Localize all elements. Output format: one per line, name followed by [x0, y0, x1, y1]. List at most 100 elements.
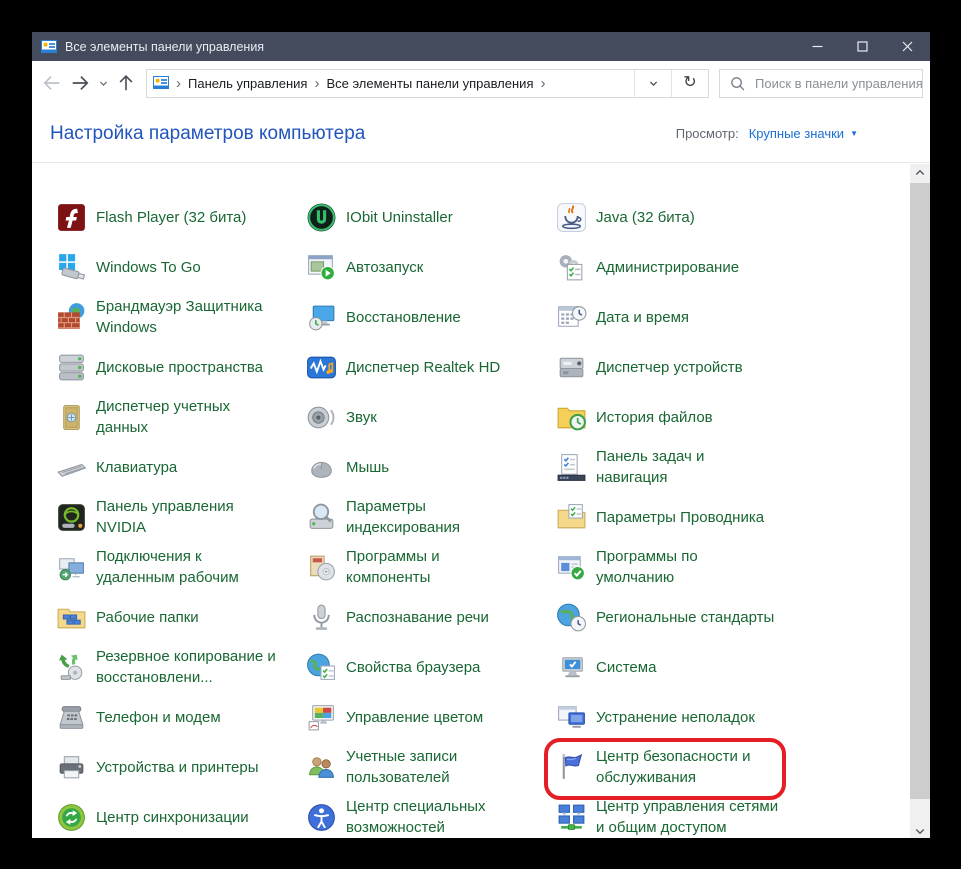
scrollbar-thumb[interactable]: [910, 183, 930, 799]
item-label: Региональные стандарты: [596, 608, 775, 626]
control-panel-item[interactable]: Брандмауэр Защитника Windows: [50, 292, 300, 342]
back-button[interactable]: [38, 69, 66, 97]
control-panel-item[interactable]: Java (32 бита): [550, 192, 800, 242]
view-by-caret-icon: ▼: [850, 129, 858, 138]
java-icon: [555, 201, 588, 234]
item-label: Панель управления NVIDIA: [96, 498, 234, 536]
item-label: Устранение неполадок: [596, 708, 755, 726]
search-icon: [729, 75, 746, 92]
control-panel-item[interactable]: Диспетчер устройств: [550, 342, 800, 392]
credential-manager-icon: [55, 401, 88, 434]
titlebar: Все элементы панели управления: [32, 32, 930, 61]
item-label: Параметры Проводника: [596, 508, 765, 526]
up-button[interactable]: [112, 69, 140, 97]
item-label: Резервное копирование и восстановлени...: [96, 648, 276, 686]
control-panel-item-highlighted[interactable]: Центр безопасности и обслуживания: [544, 738, 800, 800]
sync-center-icon: [55, 801, 88, 834]
minimize-button[interactable]: [795, 32, 840, 61]
control-panel-item[interactable]: Программы и компоненты: [300, 542, 550, 592]
control-panel-item[interactable]: Подключения к удаленным рабочим: [50, 542, 300, 592]
page-title: Настройка параметров компьютера: [50, 122, 366, 144]
control-panel-item[interactable]: Программы по умолчанию: [550, 542, 800, 592]
control-panel-item[interactable]: Администрирование: [550, 242, 800, 292]
view-by-value[interactable]: Крупные значки: [749, 126, 844, 141]
control-panel-item[interactable]: Дата и время: [550, 292, 800, 342]
control-panel-item[interactable]: Мышь: [300, 442, 550, 492]
search-box[interactable]: Поиск в панели управления: [719, 68, 923, 98]
control-panel-item[interactable]: Рабочие папки: [50, 592, 300, 642]
breadcrumb-item-control-panel[interactable]: Панель управления: [188, 76, 307, 91]
explorer-options-icon: [555, 501, 588, 534]
item-label: Администрирование: [596, 258, 740, 276]
control-panel-item[interactable]: IObit Uninstaller: [300, 192, 550, 242]
item-label: Центр безопасности и обслуживания: [596, 748, 751, 786]
default-programs-icon: [555, 551, 588, 584]
control-panel-item[interactable]: Панель задач и навигация: [550, 442, 800, 492]
control-panel-item[interactable]: Распознавание речи: [300, 592, 550, 642]
item-label: Автозапуск: [346, 258, 424, 276]
taskbar-navigation-icon: [555, 451, 588, 484]
system-icon: [555, 651, 588, 684]
mouse-icon: [305, 451, 338, 484]
control-panel-item[interactable]: Телефон и модем: [50, 692, 300, 742]
scroll-down-button[interactable]: [910, 822, 930, 838]
phone-modem-icon: [55, 701, 88, 734]
control-panel-item[interactable]: Автозапуск: [300, 242, 550, 292]
forward-button[interactable]: [66, 69, 94, 97]
network-sharing-icon: [555, 801, 588, 834]
vertical-scrollbar[interactable]: [910, 164, 930, 838]
control-panel-item[interactable]: Параметры Проводника: [550, 492, 800, 542]
breadcrumb-chevron-icon: ›: [540, 74, 546, 92]
control-panel-item[interactable]: Параметры индексирования: [300, 492, 550, 542]
items-column-1: Flash Player (32 бита) Windows To Go Бранд…: [50, 192, 300, 838]
control-panel-item[interactable]: Windows To Go: [50, 242, 300, 292]
control-panel-item[interactable]: Диспетчер учетных данных: [50, 392, 300, 442]
control-panel-item[interactable]: Центр специальных возможностей: [300, 792, 550, 838]
nvidia-icon: [55, 501, 88, 534]
autoplay-icon: [305, 251, 338, 284]
breadcrumb-item-all-items[interactable]: Все элементы панели управления: [326, 76, 533, 91]
sound-icon: [305, 401, 338, 434]
color-management-icon: [305, 701, 338, 734]
items-area: Flash Player (32 бита) Windows To Go Бранд…: [32, 163, 930, 838]
control-panel-item[interactable]: Центр синхронизации: [50, 792, 300, 838]
control-panel-item[interactable]: Клавиатура: [50, 442, 300, 492]
control-panel-item[interactable]: Учетные записи пользователей: [300, 742, 550, 792]
iobit-uninstaller-icon: [305, 201, 338, 234]
control-panel-item[interactable]: Панель управления NVIDIA: [50, 492, 300, 542]
administrative-tools-icon: [555, 251, 588, 284]
close-button[interactable]: [885, 32, 930, 61]
control-panel-item[interactable]: Дисковые пространства: [50, 342, 300, 392]
control-panel-item[interactable]: Устранение неполадок: [550, 692, 800, 742]
control-panel-item[interactable]: Система: [550, 642, 800, 692]
breadcrumb-chevron-icon: ›: [314, 74, 320, 92]
header-row: Настройка параметров компьютера Просмотр…: [32, 105, 930, 163]
control-panel-item[interactable]: Звук: [300, 392, 550, 442]
control-panel-item[interactable]: История файлов: [550, 392, 800, 442]
control-panel-item[interactable]: Восстановление: [300, 292, 550, 342]
item-label: Звук: [346, 408, 377, 426]
address-dropdown-button[interactable]: [634, 69, 671, 97]
control-panel-item[interactable]: Диспетчер Realtek HD: [300, 342, 550, 392]
devices-printers-icon: [55, 751, 88, 784]
address-bar[interactable]: › Панель управления › Все элементы панел…: [146, 68, 709, 98]
item-label: Дисковые пространства: [96, 358, 264, 376]
speech-recognition-icon: [305, 601, 338, 634]
refresh-button[interactable]: ↻: [671, 69, 708, 97]
control-panel-icon: [41, 39, 57, 55]
control-panel-item[interactable]: Свойства браузера: [300, 642, 550, 692]
control-panel-item[interactable]: Устройства и принтеры: [50, 742, 300, 792]
control-panel-item[interactable]: Управление цветом: [300, 692, 550, 742]
maximize-button[interactable]: [840, 32, 885, 61]
search-placeholder: Поиск в панели управления: [755, 75, 923, 91]
control-panel-item[interactable]: Flash Player (32 бита): [50, 192, 300, 242]
view-by-control[interactable]: Просмотр: Крупные значки ▼: [676, 126, 858, 141]
control-panel-item[interactable]: Региональные стандарты: [550, 592, 800, 642]
control-panel-item[interactable]: Резервное копирование и восстановлени...: [50, 642, 300, 692]
recent-pages-chevron-icon[interactable]: [94, 69, 112, 97]
item-label: Windows To Go: [96, 258, 201, 276]
control-panel-item[interactable]: Центр управления сетями и общим доступом: [550, 792, 800, 838]
caption-buttons: [795, 32, 930, 61]
scroll-up-button[interactable]: [910, 164, 930, 181]
view-by-label: Просмотр:: [675, 126, 739, 141]
